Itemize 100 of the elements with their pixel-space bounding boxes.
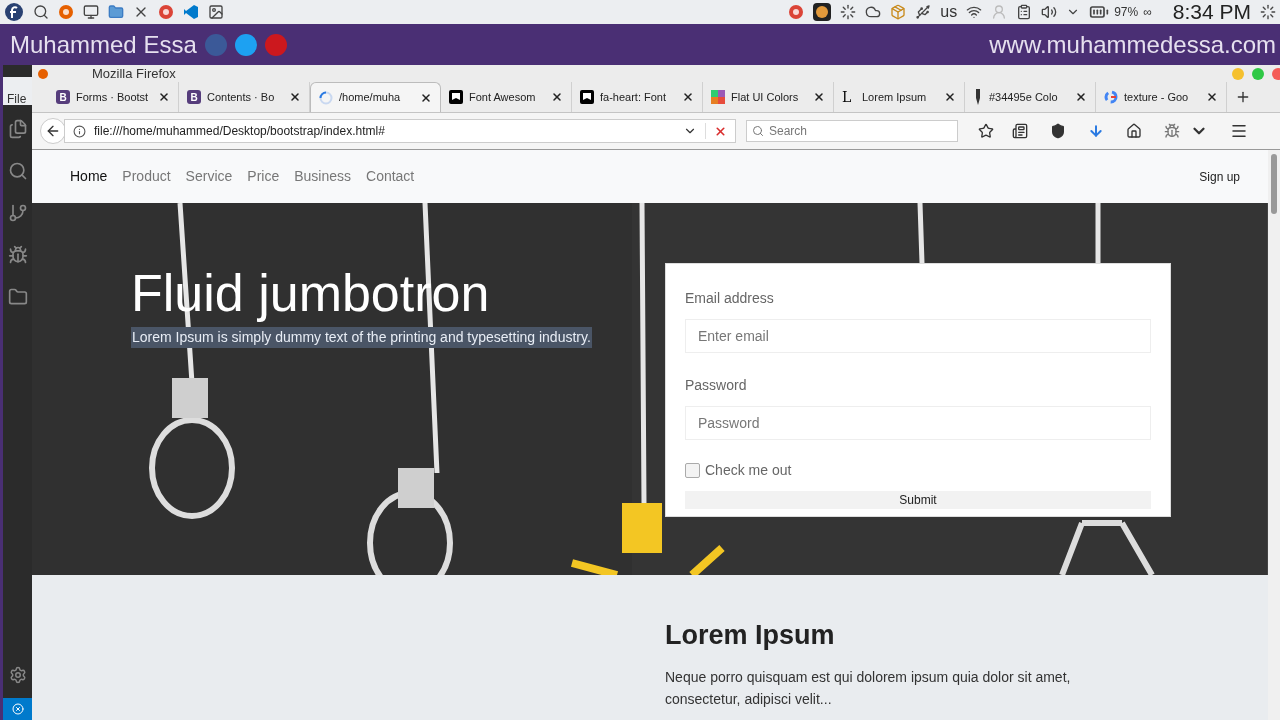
cloud-icon[interactable] bbox=[865, 4, 882, 20]
tab-title: fa-heart: Font bbox=[600, 89, 668, 105]
browser-tab[interactable]: /home/muha bbox=[310, 82, 441, 112]
section-text: Neque porro quisquam est qui dolorem ipsum quia dolor sit amet, consectetur, adipisci velit... bbox=[665, 667, 1072, 709]
hero-lead: Lorem Ipsum is simply dummy text of the printing and typesetting industry. bbox=[131, 327, 592, 348]
clipboard-icon[interactable] bbox=[1016, 4, 1033, 20]
field-label: Email address bbox=[685, 289, 775, 308]
browser-icon[interactable] bbox=[788, 4, 805, 20]
tab-title: Forms · Bootst bbox=[76, 89, 150, 105]
close-tab-icon[interactable] bbox=[1075, 91, 1087, 103]
pen-icon bbox=[973, 89, 983, 105]
shield-icon[interactable] bbox=[1050, 123, 1066, 139]
section-heading: Lorem Ipsum bbox=[665, 619, 836, 652]
search-field[interactable]: Search bbox=[746, 120, 958, 142]
tab-title: texture - Goo bbox=[1124, 89, 1190, 105]
sync-icon[interactable] bbox=[840, 4, 857, 20]
browser-tab[interactable]: B Forms · Bootst bbox=[48, 82, 179, 112]
clock[interactable]: 8:34 PM bbox=[1172, 0, 1251, 28]
code-editor-icon[interactable] bbox=[183, 4, 199, 20]
close-tab-icon[interactable] bbox=[1206, 91, 1218, 103]
tab-favicon: L bbox=[842, 90, 853, 104]
window-title: Mozilla Firefox bbox=[92, 65, 176, 84]
close-tab-icon[interactable] bbox=[944, 91, 956, 103]
browser-icon[interactable] bbox=[158, 4, 174, 20]
close-tab-icon[interactable] bbox=[289, 91, 301, 103]
checkbox[interactable] bbox=[685, 463, 700, 478]
color-grid-icon bbox=[711, 90, 725, 104]
flag-icon bbox=[449, 90, 463, 104]
home-icon[interactable] bbox=[1126, 123, 1142, 139]
image-icon[interactable] bbox=[208, 4, 224, 20]
tab-title: Flat UI Colors bbox=[731, 89, 800, 105]
new-tab-icon[interactable] bbox=[1235, 89, 1251, 105]
nav-link[interactable]: Price bbox=[247, 166, 280, 187]
package-icon[interactable] bbox=[890, 4, 907, 20]
nav-link[interactable]: Business bbox=[294, 166, 351, 187]
monitor-icon[interactable] bbox=[83, 4, 99, 20]
browser-tab[interactable]: L Lorem Ipsum bbox=[834, 82, 965, 112]
nav-link[interactable]: Home bbox=[70, 166, 108, 187]
browser-tab[interactable]: Flat UI Colors bbox=[703, 82, 834, 112]
tab-favicon: B bbox=[187, 90, 201, 104]
close-tab-icon[interactable] bbox=[158, 91, 170, 103]
reader-icon[interactable] bbox=[1012, 123, 1028, 139]
stop-icon[interactable] bbox=[714, 124, 727, 138]
search-icon[interactable] bbox=[7, 161, 28, 181]
close-tab-icon[interactable] bbox=[551, 91, 563, 103]
keyboard-layout[interactable]: us bbox=[940, 0, 958, 24]
loading-spinner-icon bbox=[319, 90, 333, 105]
tab-title: Lorem Ipsum bbox=[862, 89, 928, 105]
folder-icon[interactable] bbox=[108, 4, 124, 20]
email-field[interactable]: Enter email bbox=[685, 319, 1151, 353]
info-icon[interactable] bbox=[73, 124, 86, 138]
search-icon bbox=[752, 125, 764, 137]
close-tab-icon[interactable] bbox=[813, 91, 825, 103]
browser-tab[interactable]: fa-heart: Font bbox=[572, 82, 703, 112]
close-tab-icon[interactable] bbox=[682, 91, 694, 103]
password-field[interactable]: Password bbox=[685, 406, 1151, 440]
nav-link[interactable]: Contact bbox=[366, 166, 415, 187]
files-icon[interactable] bbox=[7, 119, 28, 139]
signup-button[interactable]: Sign up bbox=[1195, 167, 1244, 186]
firefox-icon bbox=[38, 69, 48, 79]
spinner-icon bbox=[1260, 4, 1276, 20]
error-icon[interactable] bbox=[11, 703, 24, 715]
bookmark-icon[interactable] bbox=[978, 123, 994, 139]
address-text: file:///home/muhammed/Desktop/bootstrap/index.html# bbox=[94, 123, 386, 140]
branch-icon[interactable] bbox=[7, 203, 28, 223]
back-arrow-icon bbox=[45, 123, 61, 139]
battery-level: 97% bbox=[1114, 4, 1139, 21]
browser-icon[interactable] bbox=[58, 4, 74, 20]
browser-tab[interactable]: Font Awesom bbox=[441, 82, 572, 112]
colored-ring-icon bbox=[1104, 90, 1118, 104]
volume-icon[interactable] bbox=[1041, 4, 1058, 20]
download-icon[interactable] bbox=[1088, 123, 1104, 139]
website-url: www.muhammedessa.com bbox=[989, 29, 1276, 60]
tab-favicon: B bbox=[56, 90, 70, 104]
usb-icon[interactable] bbox=[915, 4, 932, 20]
address-bar[interactable]: file:///home/muhammed/Desktop/bootstrap/index.html# bbox=[64, 119, 736, 143]
settings-icon[interactable] bbox=[8, 666, 27, 684]
nav-link[interactable]: Service bbox=[185, 166, 233, 187]
twitter-icon[interactable] bbox=[234, 33, 257, 56]
field-label: Password bbox=[685, 376, 748, 395]
menu-icon[interactable] bbox=[1230, 122, 1248, 140]
back-button[interactable] bbox=[40, 118, 66, 144]
checkbox-label: Check me out bbox=[705, 461, 792, 480]
nav-link[interactable]: Product bbox=[122, 166, 171, 187]
tab-title: Contents · Bo bbox=[207, 89, 276, 105]
browser-tab[interactable]: texture - Goo bbox=[1096, 82, 1227, 112]
browser-tab[interactable]: #34495e Colo bbox=[965, 82, 1096, 112]
bug-icon[interactable] bbox=[1164, 123, 1180, 139]
bug-icon[interactable] bbox=[7, 245, 28, 265]
wifi-icon[interactable] bbox=[966, 4, 983, 20]
tab-title: #34495e Colo bbox=[989, 89, 1059, 105]
flag-icon bbox=[580, 90, 594, 104]
submit-button[interactable]: Submit bbox=[685, 491, 1151, 509]
menu-item[interactable]: File bbox=[7, 90, 27, 108]
search-icon[interactable] bbox=[33, 4, 49, 20]
tab-title: /home/muha bbox=[339, 90, 402, 106]
app-menu-icon[interactable] bbox=[4, 2, 24, 22]
tab-title: Font Awesom bbox=[469, 89, 537, 105]
folder-icon[interactable] bbox=[7, 287, 28, 307]
close-tab-icon[interactable] bbox=[420, 91, 432, 104]
